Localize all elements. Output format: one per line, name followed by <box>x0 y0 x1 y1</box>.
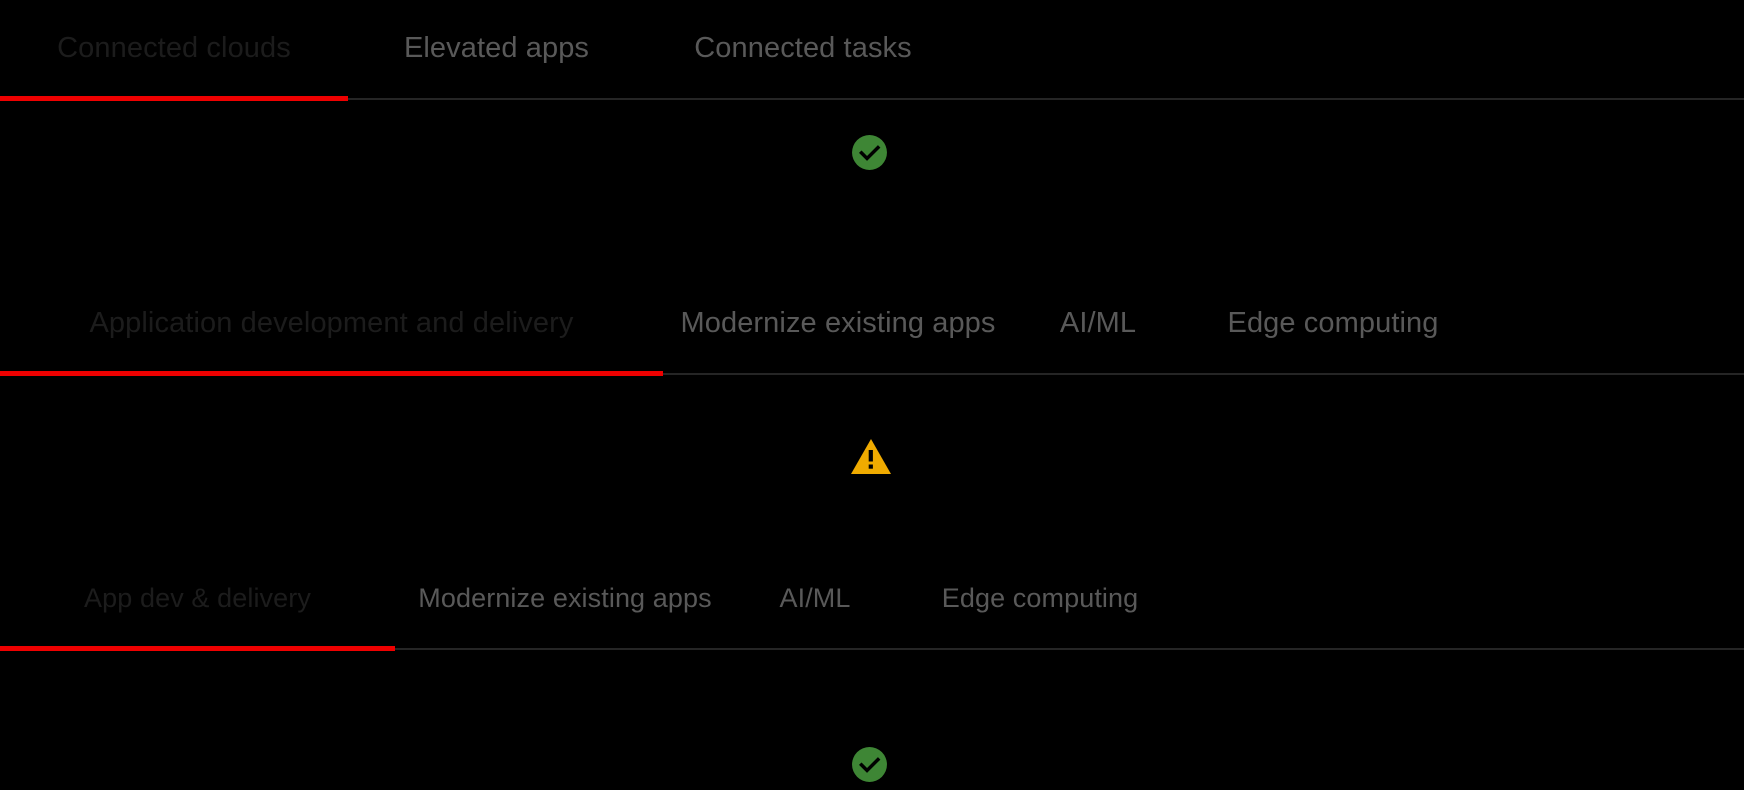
tab-strip: App dev & delivery Modernize existing ap… <box>0 550 1744 646</box>
tab-app-dev-and-delivery[interactable]: App dev & delivery <box>0 550 395 646</box>
active-tab-indicator <box>0 371 663 376</box>
tab-underline-rail <box>0 371 1744 376</box>
tab-ai-ml[interactable]: AI/ML <box>735 550 895 646</box>
tab-application-development-and-delivery[interactable]: Application development and delivery <box>0 275 663 371</box>
tab-underline-rail <box>0 96 1744 101</box>
tab-edge-computing[interactable]: Edge computing <box>1183 275 1483 371</box>
tab-connected-tasks[interactable]: Connected tasks <box>645 0 961 96</box>
tab-strip: Connected clouds Elevated apps Connected… <box>0 0 1744 96</box>
tab-strip: Application development and delivery Mod… <box>0 275 1744 371</box>
active-tab-indicator <box>0 646 395 651</box>
tab-underline-rail <box>0 646 1744 651</box>
tab-section-app-dev-delivery-full: Application development and delivery Mod… <box>0 275 1744 376</box>
tab-ai-ml[interactable]: AI/ML <box>1013 275 1183 371</box>
warning-triangle-icon <box>850 437 892 476</box>
tab-section-connected-clouds: Connected clouds Elevated apps Connected… <box>0 0 1744 101</box>
check-circle-icon <box>851 746 888 783</box>
tab-elevated-apps[interactable]: Elevated apps <box>348 0 645 96</box>
tab-modernize-existing-apps[interactable]: Modernize existing apps <box>663 275 1013 371</box>
tab-connected-clouds[interactable]: Connected clouds <box>0 0 348 96</box>
screen-root: Connected clouds Elevated apps Connected… <box>0 0 1744 790</box>
active-tab-indicator <box>0 96 348 101</box>
tab-modernize-existing-apps[interactable]: Modernize existing apps <box>395 550 735 646</box>
check-circle-icon <box>851 134 888 171</box>
tab-edge-computing[interactable]: Edge computing <box>895 550 1185 646</box>
tab-section-app-dev-delivery-short: App dev & delivery Modernize existing ap… <box>0 550 1744 651</box>
